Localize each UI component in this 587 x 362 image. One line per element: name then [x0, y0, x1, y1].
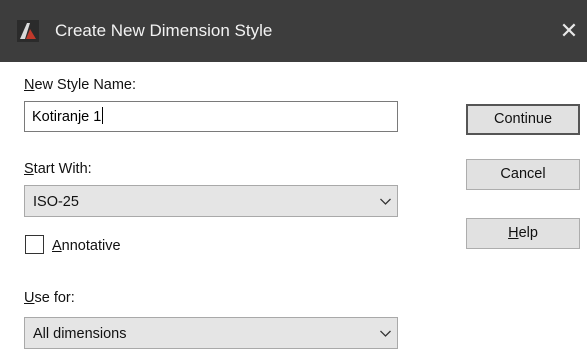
- chevron-down-icon: [380, 198, 391, 205]
- chevron-down-icon: [380, 330, 391, 337]
- text-caret: [102, 107, 104, 124]
- use-for-value: All dimensions: [33, 326, 127, 342]
- use-for-dropdown[interactable]: All dimensions: [24, 317, 398, 349]
- autocad-logo-icon: [17, 20, 39, 42]
- annotative-checkbox[interactable]: [25, 235, 44, 254]
- start-with-label: Start With:: [24, 161, 92, 177]
- close-icon[interactable]: ✕: [555, 18, 583, 44]
- new-style-name-input[interactable]: Kotiranje 1: [24, 101, 398, 132]
- start-with-dropdown[interactable]: ISO-25: [24, 185, 398, 217]
- title-bar[interactable]: Create New Dimension Style ✕: [0, 0, 587, 62]
- window-title: Create New Dimension Style: [55, 21, 273, 40]
- help-button[interactable]: Help: [466, 218, 580, 249]
- continue-button[interactable]: Continue: [466, 104, 580, 135]
- cancel-button[interactable]: Cancel: [466, 159, 580, 190]
- start-with-value: ISO-25: [33, 194, 79, 210]
- annotative-label[interactable]: Annotative: [52, 237, 121, 255]
- new-style-name-label: New Style Name:: [24, 77, 137, 93]
- use-for-label: Use for:: [24, 290, 75, 306]
- create-new-dimension-style-dialog: Create New Dimension Style ✕ New Style N…: [0, 0, 587, 362]
